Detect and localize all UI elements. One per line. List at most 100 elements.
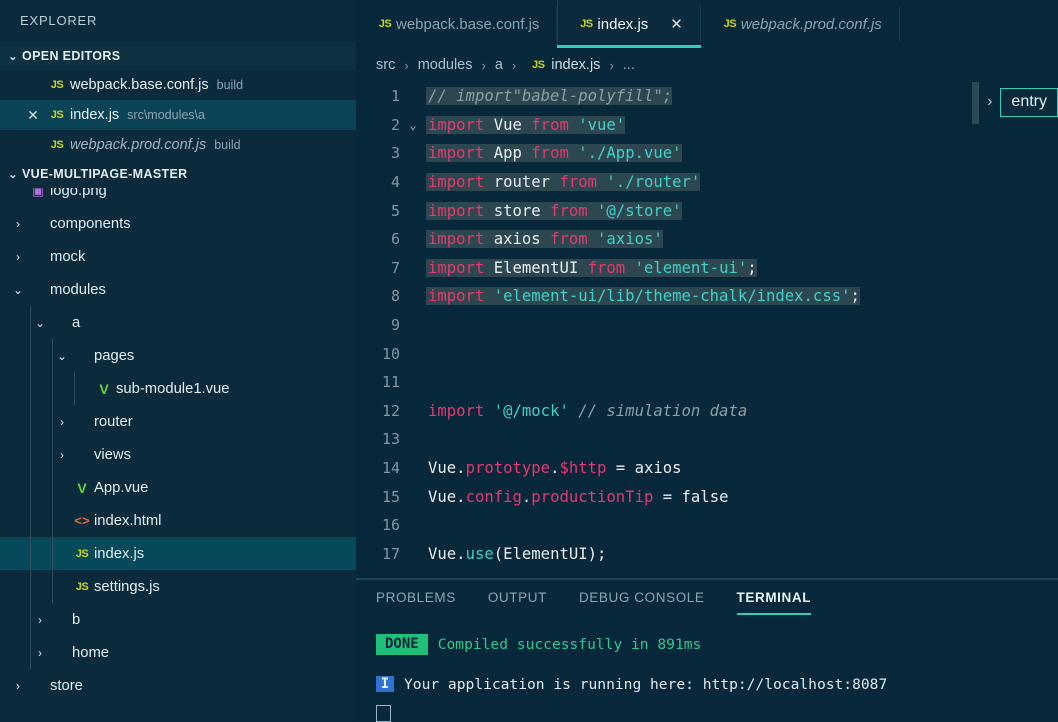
tree-item-pages[interactable]: ⌄ pages xyxy=(0,339,356,372)
chevron-right-icon[interactable]: › xyxy=(54,481,70,495)
code-line[interactable]: 17 Vue.use(ElementUI); xyxy=(356,540,1058,569)
code-line[interactable]: 4 import router from './router' xyxy=(356,168,1058,197)
explorer-sidebar: EXPLORER ⌄ OPEN EDITORS JS webpack.base.c… xyxy=(0,0,356,721)
chevron-right-icon: › xyxy=(609,57,614,73)
chevron-right-icon[interactable]: › xyxy=(32,646,48,660)
tree-item-mock[interactable]: › mock xyxy=(0,240,356,273)
code-line[interactable]: 13 xyxy=(356,425,1058,454)
chevron-down-icon[interactable]: ⌄ xyxy=(10,283,26,297)
code-line[interactable]: 9 xyxy=(356,311,1058,340)
code-line[interactable]: 14 Vue.prototype.$http = axios xyxy=(356,454,1058,483)
tree-item-b[interactable]: › b xyxy=(0,603,356,636)
open-editor-item[interactable]: JS webpack.base.conf.js build xyxy=(0,70,356,100)
close-icon[interactable] xyxy=(22,138,44,152)
breadcrumb-item[interactable]: modules xyxy=(418,57,473,73)
tree-item-a[interactable]: ⌄ a xyxy=(0,306,356,339)
tree-item-modules[interactable]: ⌄ modules xyxy=(0,273,356,306)
breadcrumb-file[interactable]: index.js xyxy=(551,57,600,73)
chevron-right-icon[interactable]: › xyxy=(54,547,70,561)
editor-tab[interactable]: JS webpack.prod.conf.js xyxy=(700,0,900,48)
chevron-right-icon[interactable]: › xyxy=(32,613,48,627)
breadcrumb-overflow[interactable]: ... xyxy=(623,57,635,73)
project-section-header[interactable]: ⌄ VUE-MULTIPAGE-MASTER xyxy=(0,160,356,188)
chevron-right-icon[interactable]: › xyxy=(76,382,92,396)
tree-item-index-html[interactable]: › <> index.html xyxy=(0,504,356,537)
code-line[interactable]: 15 Vue.config.productionTip = false xyxy=(356,482,1058,511)
tree-item-settings-js[interactable]: › JS settings.js xyxy=(0,570,356,603)
code-line[interactable]: 11 xyxy=(356,368,1058,397)
indent-guide xyxy=(30,471,31,504)
tree-item-router[interactable]: › router xyxy=(0,405,356,438)
tree-item-views[interactable]: › views xyxy=(0,438,356,471)
chevron-right-icon[interactable]: › xyxy=(10,188,26,198)
open-editor-name: index.js xyxy=(70,107,120,123)
tree-item-label: components xyxy=(50,215,131,232)
breadcrumb-item[interactable]: src xyxy=(376,57,395,73)
code-line[interactable]: 2 ⌄ import Vue from 'vue' xyxy=(356,111,1058,140)
close-icon[interactable] xyxy=(22,78,44,92)
breadcrumb-item[interactable]: a xyxy=(495,57,503,73)
chevron-right-icon[interactable]: › xyxy=(10,250,26,264)
code-line[interactable]: 7 import ElementUI from 'element-ui'; xyxy=(356,254,1058,283)
open-editors-section-header[interactable]: ⌄ OPEN EDITORS xyxy=(0,42,356,70)
tree-item-index-js[interactable]: › JS index.js xyxy=(0,537,356,570)
image-icon: ▣ xyxy=(31,188,45,198)
chevron-right-icon[interactable]: › xyxy=(10,217,26,231)
js-icon: JS xyxy=(75,547,89,560)
code-line[interactable]: 6 import axios from 'axios' xyxy=(356,225,1058,254)
sticky-scroll-widget[interactable]: › entry xyxy=(972,82,1058,124)
tree-item-store[interactable]: › store xyxy=(0,669,356,702)
tree-item-app-vue[interactable]: › V App.vue xyxy=(0,471,356,504)
close-icon[interactable]: ✕ xyxy=(22,108,44,122)
open-editor-item[interactable]: ✕ JS index.js src\modules\a xyxy=(0,100,356,130)
chevron-right-icon[interactable]: › xyxy=(54,514,70,528)
code-text: Vue.config.productionTip = false xyxy=(426,488,728,506)
fold-chevron-icon[interactable]: ⌄ xyxy=(400,118,426,132)
tree-item-logo-png[interactable]: › ▣ logo.png xyxy=(0,188,356,207)
line-number: 12 xyxy=(381,401,400,420)
code-token: 'vue' xyxy=(578,115,626,134)
code-line[interactable]: 10 xyxy=(356,339,1058,368)
code-line[interactable]: 3 import App from './App.vue' xyxy=(356,139,1058,168)
code-line[interactable]: 12 import '@/mock' // simulation data xyxy=(356,397,1058,426)
editor-scrollbar[interactable] xyxy=(972,82,980,124)
panel-tab-terminal[interactable]: TERMINAL xyxy=(736,590,812,615)
breadcrumb[interactable]: src › modules › a › JS index.js ›... xyxy=(356,48,1058,82)
tree-item-label: pages xyxy=(94,347,135,364)
indent-guide xyxy=(30,537,31,570)
chevron-down-icon[interactable]: ⌄ xyxy=(32,316,48,330)
editor-tab[interactable]: JS index.js ✕ xyxy=(557,0,702,48)
line-number: 15 xyxy=(381,487,400,506)
chevron-down-icon[interactable]: ⌄ xyxy=(54,349,70,363)
code-token: = xyxy=(606,459,635,478)
close-icon[interactable]: ✕ xyxy=(670,17,683,32)
chevron-right-icon[interactable]: › xyxy=(54,415,70,429)
code-token: from xyxy=(550,201,588,220)
panel-tab-output[interactable]: OUTPUT xyxy=(488,590,547,613)
chevron-right-icon[interactable]: › xyxy=(10,679,26,693)
panel-tab-problems[interactable]: PROBLEMS xyxy=(376,590,456,613)
indent-guide xyxy=(52,438,53,471)
open-editor-item[interactable]: JS webpack.prod.conf.js build xyxy=(0,130,356,160)
chevron-right-icon[interactable]: › xyxy=(54,580,70,594)
code-editor[interactable]: 1 // import"babel-polyfill"; 2 ⌄ import Vue … xyxy=(356,82,1058,578)
tree-item-sub-module1-vue[interactable]: › Vsub-module1.vue xyxy=(0,372,356,405)
code-line[interactable]: 1 // import"babel-polyfill"; xyxy=(356,82,1058,111)
code-token: $http xyxy=(559,459,607,478)
editor-tab[interactable]: JS webpack.base.conf.js xyxy=(356,0,558,48)
terminal-body[interactable]: DONE Compiled successfully in 891ms I Yo… xyxy=(356,630,1058,722)
panel-tab-debug-console[interactable]: DEBUG CONSOLE xyxy=(579,590,705,613)
sticky-entry-label[interactable]: entry xyxy=(1000,87,1058,117)
tree-item-home[interactable]: › home xyxy=(0,636,356,669)
editor-tab-label: webpack.prod.conf.js xyxy=(740,15,882,33)
code-token: productionTip xyxy=(531,487,654,506)
bottom-panel: PROBLEMS OUTPUT DEBUG CONSOLE TERMINAL DONE… xyxy=(356,580,1058,722)
code-line[interactable]: 8 import 'element-ui/lib/theme-chalk/inde… xyxy=(356,282,1058,311)
tree-item-components[interactable]: › components xyxy=(0,207,356,240)
code-line[interactable]: 5 import store from '@/store' xyxy=(356,196,1058,225)
code-line[interactable]: 16 xyxy=(356,511,1058,540)
chevron-right-icon[interactable]: › xyxy=(54,448,70,462)
